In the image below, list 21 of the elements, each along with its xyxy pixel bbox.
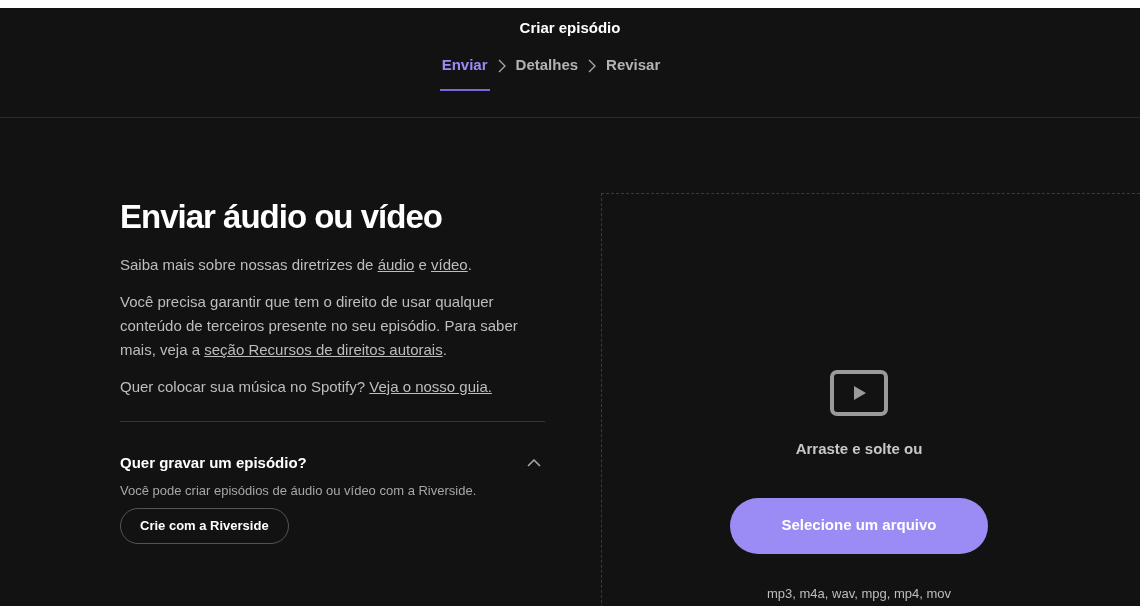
video-icon [830,370,888,416]
file-formats: mp3, m4a, wav, mpg, mp4, mov [767,584,951,603]
drop-zone[interactable]: Arraste e solte ou Selecione um arquivo mp3, m4a, wav, mpg, mp4, mov [601,193,1140,606]
chevron-right-icon [497,59,506,74]
info-paragraph: Quer colocar sua música no Spotify? Veja o nosso guia. [120,377,493,397]
section-title: Quer gravar um episódio? [120,453,307,473]
text-link[interactable]: Veja o nosso guia. [369,378,492,395]
page-heading: Enviar áudio ou vídeo [120,197,443,237]
text-link[interactable]: seção Recursos de direitos autorais [204,341,443,358]
step-tab[interactable]: Revisar [604,41,663,91]
info-paragraph: Você precisa garantir que tem o direito de usar qualquer conteúdo de terceiros presente no seu episódio. Para saber mais, veja a seção Recursos de direitos autorais. [120,292,519,360]
info-paragraph: Saiba mais sobre nossas diretrizes de áudio e vídeo. [120,255,473,275]
step-tab[interactable]: Enviar [439,41,490,91]
drop-prompt: Arraste e solte ou [795,439,923,459]
page-title: Criar episódio [519,18,621,38]
chevron-right-icon [588,59,597,74]
chevron-up-icon[interactable] [527,459,541,468]
text-link[interactable]: áudio [377,256,415,273]
section-description: Você pode criar episódios de áudio ou vídeo com a Riverside. [120,481,478,500]
text-link[interactable]: vídeo [431,256,468,273]
step-tab[interactable]: Detalhes [513,41,581,91]
